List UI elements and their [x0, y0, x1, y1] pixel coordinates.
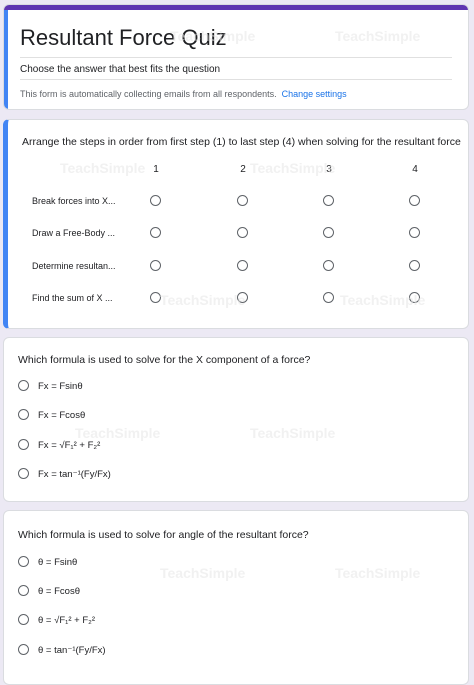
- grid-row-label: Break forces into X...: [32, 196, 116, 206]
- grid-column-header: 1: [153, 164, 159, 175]
- form-title: Resultant Force Quiz: [20, 25, 227, 50]
- grid-radio-r2-c2[interactable]: [237, 227, 248, 238]
- grid-column-header: 3: [326, 164, 332, 175]
- option-label: Fx = √F₁² + F₂²: [38, 440, 101, 451]
- option-radio[interactable]: [18, 439, 29, 450]
- form-header-card: Resultant Force Quiz Choose the answer t…: [3, 4, 469, 110]
- grid-radio-r4-c2[interactable]: [237, 292, 248, 303]
- active-indicator: [4, 10, 8, 109]
- option-label: θ = √F₁² + F₂²: [38, 615, 95, 626]
- grid-row-label: Find the sum of X ...: [32, 293, 113, 303]
- option-radio[interactable]: [18, 380, 29, 391]
- option-label: θ = Fsinθ: [38, 557, 78, 568]
- question-title: Which formula is used to solve for angle…: [18, 529, 309, 541]
- option-radio[interactable]: [18, 585, 29, 596]
- email-notice-text: This form is automatically collecting em…: [20, 89, 277, 99]
- grid-radio-r1-c1[interactable]: [150, 195, 161, 206]
- title-divider: [20, 57, 452, 58]
- grid-radio-r1-c2[interactable]: [237, 195, 248, 206]
- change-settings-link[interactable]: Change settings: [282, 89, 347, 99]
- grid-radio-r3-c3[interactable]: [323, 260, 334, 271]
- grid-radio-r3-c1[interactable]: [150, 260, 161, 271]
- grid-radio-r1-c3[interactable]: [323, 195, 334, 206]
- angle-question-card: Which formula is used to solve for angle…: [3, 510, 469, 685]
- form-description: Choose the answer that best fits the que…: [20, 64, 221, 75]
- option-radio[interactable]: [18, 644, 29, 655]
- option-label: θ = tan⁻¹(Fy/Fx): [38, 645, 106, 656]
- grid-radio-r3-c2[interactable]: [237, 260, 248, 271]
- grid-radio-r4-c4[interactable]: [409, 292, 420, 303]
- option-label: Fx = tan⁻¹(Fy/Fx): [38, 469, 111, 480]
- grid-column-header: 2: [240, 164, 246, 175]
- grid-radio-r4-c1[interactable]: [150, 292, 161, 303]
- grid-row-label: Draw a Free-Body ...: [32, 228, 116, 238]
- option-radio[interactable]: [18, 556, 29, 567]
- question-title: Which formula is used to solve for the X…: [18, 354, 311, 366]
- grid-radio-r2-c1[interactable]: [150, 227, 161, 238]
- grid-row-label: Determine resultan...: [32, 261, 116, 271]
- option-radio[interactable]: [18, 409, 29, 420]
- option-radio[interactable]: [18, 468, 29, 479]
- grid-radio-r4-c3[interactable]: [323, 292, 334, 303]
- description-divider: [20, 79, 452, 80]
- grid-radio-r2-c3[interactable]: [323, 227, 334, 238]
- grid-radio-r1-c4[interactable]: [409, 195, 420, 206]
- grid-radio-r3-c4[interactable]: [409, 260, 420, 271]
- grid-column-header: 4: [412, 164, 418, 175]
- option-label: θ = Fcosθ: [38, 586, 80, 597]
- option-radio[interactable]: [18, 614, 29, 625]
- option-label: Fx = Fcosθ: [38, 410, 86, 421]
- grid-radio-r2-c4[interactable]: [409, 227, 420, 238]
- grid-question-title: Arrange the steps in order from first st…: [22, 136, 461, 148]
- header-accent-bar: [4, 5, 468, 10]
- email-collection-notice: This form is automatically collecting em…: [20, 89, 347, 99]
- option-label: Fx = Fsinθ: [38, 381, 83, 392]
- x-component-question-card: Which formula is used to solve for the X…: [3, 337, 469, 502]
- grid-question-card: Arrange the steps in order from first st…: [3, 119, 469, 329]
